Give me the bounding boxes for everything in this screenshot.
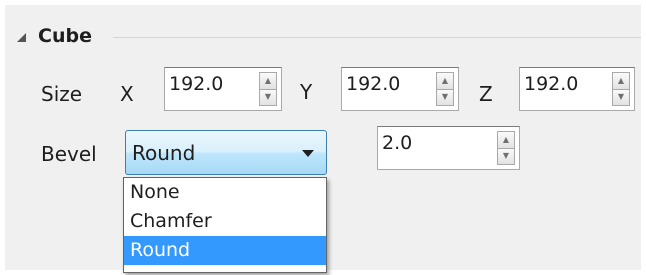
bevel-type-selected: Round [132,141,196,165]
dropdown-option-chamfer[interactable]: Chamfer [124,207,326,236]
bevel-label: Bevel [41,142,97,166]
size-x-value[interactable]: 192.0 [169,73,223,95]
properties-panel: Cube Size X 192.0 ▲ ▼ Y 192.0 ▲ ▼ Z 192.… [5,5,641,273]
spin-up-icon[interactable]: ▲ [436,72,454,90]
size-z-value[interactable]: 192.0 [524,73,578,95]
spin-up-icon[interactable]: ▲ [612,72,630,90]
group-title: Cube [38,25,92,47]
spin-down-icon[interactable]: ▼ [436,89,454,106]
bevel-amount-spinner[interactable]: 2.0 ▲ ▼ [377,126,520,170]
dropdown-option-round[interactable]: Round [124,236,326,265]
spin-down-icon[interactable]: ▼ [259,89,277,106]
size-x-spinner[interactable]: 192.0 ▲ ▼ [164,67,282,111]
size-z-label: Z [479,82,493,106]
collapse-arrow-icon[interactable] [17,32,26,42]
size-y-label: Y [300,80,313,104]
spin-up-icon[interactable]: ▲ [259,72,277,90]
size-x-label: X [120,82,134,106]
size-z-spinner[interactable]: 192.0 ▲ ▼ [519,67,635,111]
group-separator [113,37,641,38]
chevron-down-icon[interactable] [302,150,314,157]
dropdown-option-none[interactable]: None [124,178,326,207]
bevel-type-combobox[interactable]: Round [125,130,327,175]
spin-down-icon[interactable]: ▼ [497,148,515,165]
bevel-amount-value[interactable]: 2.0 [382,132,412,154]
bevel-type-dropdown-list: None Chamfer Round [123,177,327,273]
cube-group-header[interactable]: Cube [17,21,92,51]
size-y-value[interactable]: 192.0 [346,73,400,95]
spin-up-icon[interactable]: ▲ [497,131,515,149]
size-label: Size [41,82,83,106]
size-y-spinner[interactable]: 192.0 ▲ ▼ [341,67,459,111]
spin-down-icon[interactable]: ▼ [612,89,630,106]
